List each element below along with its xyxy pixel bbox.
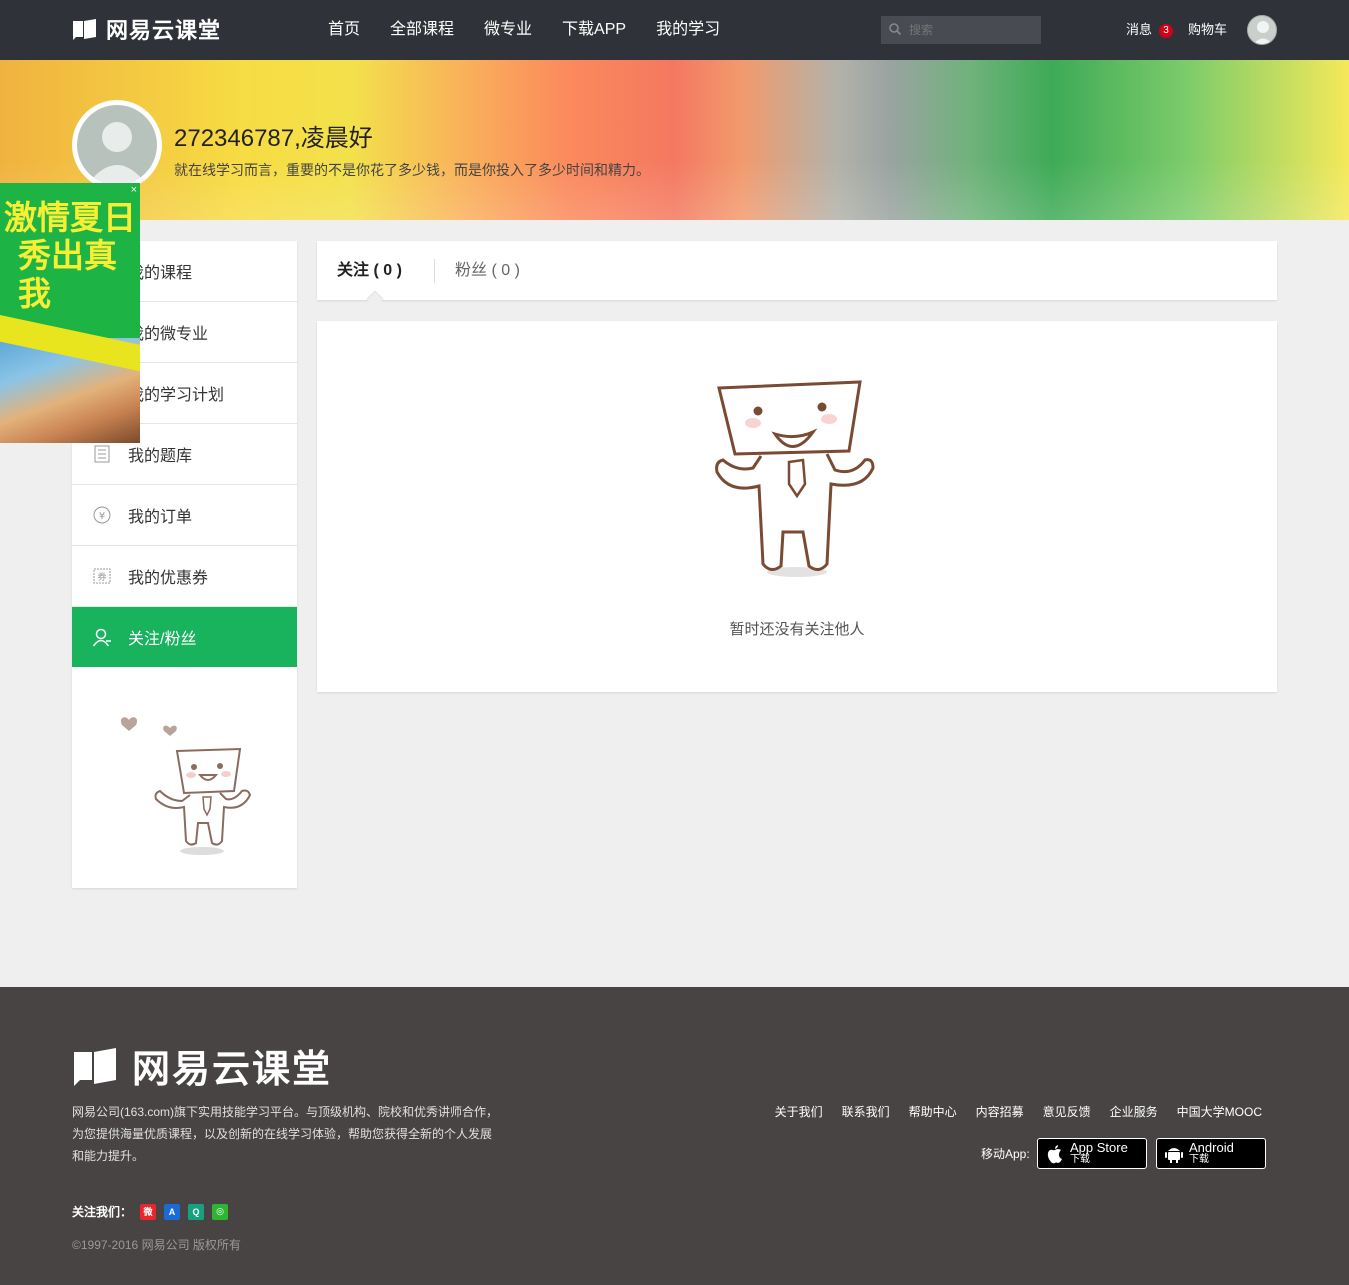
wechat-icon[interactable]: ◎ xyxy=(212,1203,229,1220)
nav-all-courses[interactable]: 全部课程 xyxy=(390,0,454,60)
avatar-silhouette-icon xyxy=(1253,21,1273,44)
ad-headline: 激情夏日 秀出真我 xyxy=(4,199,140,313)
mascot-hearts-illustration xyxy=(120,717,252,855)
app-store-subtitle: 下载 xyxy=(1070,1154,1090,1165)
follow-us-label: 关注我们： xyxy=(72,1205,133,1219)
nav-micro-major[interactable]: 微专业 xyxy=(484,0,532,60)
sidebar-item-label: 我的微专业 xyxy=(128,326,209,343)
footer-link-about[interactable]: 关于我们 xyxy=(775,1103,823,1120)
yixin-icon[interactable]: A xyxy=(164,1203,181,1220)
android-button[interactable]: Android 下载 xyxy=(1156,1138,1266,1169)
sidebar-item-label: 我的订单 xyxy=(128,509,193,526)
footer-description-line: 为您提供海量优质课程，以及创新的在线学习体验，帮助您获得全新的个人发展 xyxy=(72,1127,493,1141)
avatar-silhouette-icon xyxy=(87,122,147,185)
profile-avatar[interactable] xyxy=(72,100,162,190)
nav-my-learning[interactable]: 我的学习 xyxy=(656,0,720,60)
footer-link-enterprise[interactable]: 企业服务 xyxy=(1110,1103,1158,1120)
copyright: ©1997-2016 网易公司 版权所有 xyxy=(72,1238,241,1252)
sidebar-item-follow-fans[interactable]: 关注/粉丝 xyxy=(72,607,297,667)
tab-following[interactable]: 关注 ( 0 ) xyxy=(337,241,402,300)
footer-link-contact[interactable]: 联系我们 xyxy=(842,1103,890,1120)
question-bank-icon xyxy=(92,444,112,464)
qq-icon[interactable]: Q xyxy=(188,1203,205,1220)
follow-list-panel: 暂时还没有关注他人 xyxy=(317,321,1277,692)
footer-link-feedback[interactable]: 意见反馈 xyxy=(1043,1103,1091,1120)
svg-text:券: 券 xyxy=(97,571,106,583)
book-logo-icon xyxy=(74,1047,116,1086)
top-nav-bar: 网易云课堂 首页 全部课程 微专业 下载APP 我的学习 消息 3 购物车 xyxy=(0,0,1349,60)
user-avatar[interactable] xyxy=(1247,15,1277,45)
logo-text: 网易云课堂 xyxy=(106,18,222,43)
apple-icon xyxy=(1047,1144,1062,1163)
ad-headline-line-2: 秀出真我 xyxy=(18,237,117,312)
android-icon xyxy=(1165,1147,1183,1163)
search-icon xyxy=(889,23,902,36)
main-nav: 首页 全部课程 微专业 下载APP 我的学习 xyxy=(328,0,750,60)
messages-link[interactable]: 消息 xyxy=(1126,0,1152,60)
svg-text:¥: ¥ xyxy=(99,511,105,522)
footer-logo[interactable]: 网易云课堂 xyxy=(72,1038,332,1093)
yen-icon: ¥ xyxy=(92,505,112,525)
footer-link-mooc[interactable]: 中国大学MOOC xyxy=(1177,1103,1262,1120)
search-input[interactable] xyxy=(881,16,1041,44)
summer-promo-ad[interactable]: 激情夏日 秀出真我 × xyxy=(0,183,140,443)
footer-link-recruit[interactable]: 内容招募 xyxy=(976,1103,1024,1120)
weibo-icon[interactable]: 微 xyxy=(140,1203,157,1220)
footer-links: 关于我们 联系我们 帮助中心 内容招募 意见反馈 企业服务 中国大学MOOC xyxy=(775,1103,1262,1120)
footer-logo-text: 网易云课堂 xyxy=(132,1049,333,1091)
profile-name: 272346787,凌晨好 xyxy=(174,125,373,152)
tab-fans[interactable]: 粉丝 ( 0 ) xyxy=(455,241,520,300)
sidebar-item-label: 关注/粉丝 xyxy=(128,631,197,648)
footer-description-line: 网易公司(163.com)旗下实用技能学习平台。与顶级机构、院校和优秀讲师合作， xyxy=(72,1105,499,1119)
sidebar-item-label: 我的题库 xyxy=(128,448,193,465)
profile-motto: 就在线学习而言，重要的不是你花了多少钱，而是你投入了多少时间和精力。 xyxy=(174,162,650,178)
sidebar-item-my-orders[interactable]: ¥ 我的订单 xyxy=(72,485,297,546)
footer-description: 网易公司(163.com)旗下实用技能学习平台。与顶级机构、院校和优秀讲师合作，… xyxy=(72,1101,512,1167)
ad-headline-line-1: 激情夏日 xyxy=(4,199,136,236)
follow-us: 关注我们： 微 A Q ◎ xyxy=(72,1203,229,1220)
mobile-app-label: 移动App: xyxy=(981,1147,1030,1161)
ad-close-button[interactable]: × xyxy=(131,184,137,196)
android-title: Android xyxy=(1189,1140,1234,1155)
tab-divider xyxy=(434,259,435,283)
sidebar-item-label: 我的优惠券 xyxy=(128,570,209,587)
nav-download-app[interactable]: 下载APP xyxy=(562,0,626,60)
sidebar-item-label: 我的学习计划 xyxy=(128,387,225,404)
android-subtitle: 下载 xyxy=(1189,1154,1209,1165)
user-icon xyxy=(92,627,112,647)
nav-home[interactable]: 首页 xyxy=(328,0,360,60)
app-store-title: App Store xyxy=(1070,1140,1128,1155)
mascot-empty-illustration xyxy=(715,380,875,577)
logo[interactable]: 网易云课堂 xyxy=(72,14,221,44)
empty-state-text: 暂时还没有关注他人 xyxy=(729,621,865,638)
follow-tabs: 关注 ( 0 ) 粉丝 ( 0 ) xyxy=(317,241,1277,300)
footer-link-help[interactable]: 帮助中心 xyxy=(909,1103,957,1120)
sidebar-item-my-coupons[interactable]: 券 我的优惠券 xyxy=(72,546,297,607)
app-store-button[interactable]: App Store 下载 xyxy=(1037,1138,1147,1169)
book-logo-icon xyxy=(73,19,96,40)
footer-description-line: 和能力提升。 xyxy=(72,1149,145,1163)
coupon-icon: 券 xyxy=(92,566,112,586)
footer: 网易云课堂 网易公司(163.com)旗下实用技能学习平台。与顶级机构、院校和优… xyxy=(0,987,1349,1285)
cart-link[interactable]: 购物车 xyxy=(1188,0,1227,60)
messages-count-badge: 3 xyxy=(1159,24,1173,38)
